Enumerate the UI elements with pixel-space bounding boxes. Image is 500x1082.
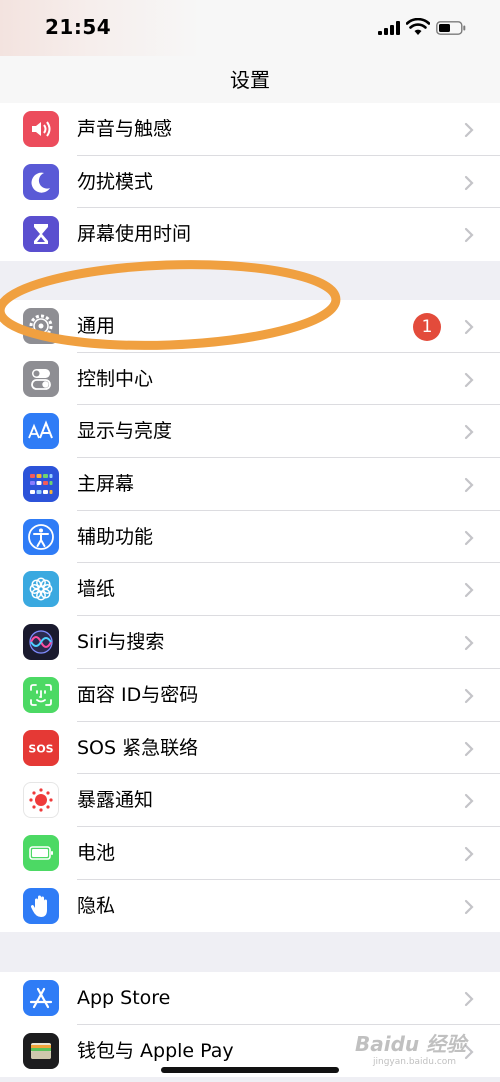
chevron-right-icon xyxy=(464,741,474,756)
baidu-watermark: Baidu 经验 jingyan.baidu.com xyxy=(355,1028,495,1072)
accessibility-icon xyxy=(23,518,59,555)
chevron-right-icon xyxy=(464,175,474,190)
chevron-right-icon xyxy=(464,122,474,138)
gear-icon xyxy=(23,308,59,344)
settings-group-sound: 声音与触感 勿扰模式 屏幕使用时间 xyxy=(0,103,500,262)
settings-row-accessibility[interactable]: 辅助功能 xyxy=(0,511,500,564)
row-label: 控制中心 xyxy=(77,367,154,390)
hand-icon xyxy=(23,887,59,924)
chevron-right-icon xyxy=(464,899,474,914)
row-label: 主屏幕 xyxy=(77,473,135,496)
settings-row-do-not-disturb[interactable]: 勿扰模式 xyxy=(0,156,500,209)
settings-row-display[interactable]: 显示与亮度 xyxy=(0,405,500,459)
battery-status-icon xyxy=(436,21,466,35)
moon-icon xyxy=(23,163,59,200)
settings-row-battery[interactable]: 电池 xyxy=(0,827,500,880)
flower-icon xyxy=(23,571,59,608)
row-label: Siri与搜索 xyxy=(77,631,165,654)
status-time: 21:54 xyxy=(45,15,112,39)
home-indicator[interactable] xyxy=(161,1067,339,1073)
settings-row-general[interactable]: 通用 1 xyxy=(0,300,500,353)
settings-row-emergency-sos[interactable]: SOS SOS 紧急联络 xyxy=(0,722,500,775)
chevron-right-icon xyxy=(464,319,474,335)
row-label: 电池 xyxy=(77,841,116,864)
settings-row-screen-time[interactable]: 屏幕使用时间 xyxy=(0,208,500,261)
row-label: 屏幕使用时间 xyxy=(77,223,192,246)
cellular-signal-icon xyxy=(378,21,400,35)
row-label: 辅助功能 xyxy=(77,525,154,548)
chevron-right-icon xyxy=(464,372,474,387)
text-size-icon xyxy=(23,413,59,450)
hourglass-icon xyxy=(23,216,59,253)
settings-row-control-center[interactable]: 控制中心 xyxy=(0,353,500,406)
settings-group-general: 通用 1 控制中心 显示与亮度 主屏幕 辅助功能 墙纸 Siri与搜索 面容 I… xyxy=(0,300,500,933)
chevron-right-icon xyxy=(464,636,474,651)
settings-row-wallpaper[interactable]: 墙纸 xyxy=(0,563,500,617)
app-store-icon xyxy=(23,980,59,1016)
chevron-right-icon xyxy=(464,477,474,493)
svg-text:SOS: SOS xyxy=(28,742,53,755)
row-label: 通用 xyxy=(77,315,116,337)
watermark-url: jingyan.baidu.com xyxy=(373,1057,457,1067)
toggles-icon xyxy=(23,360,59,397)
page-title: 设置 xyxy=(230,68,270,92)
row-label: 暴露通知 xyxy=(77,789,154,812)
notification-badge: 1 xyxy=(413,313,441,341)
row-label: SOS 紧急联络 xyxy=(77,736,199,759)
home-screen-grid-icon xyxy=(23,466,59,503)
settings-row-face-id[interactable]: 面容 ID与密码 xyxy=(0,669,500,722)
settings-row-app-store[interactable]: App Store xyxy=(0,972,500,1025)
exposure-icon xyxy=(23,782,59,819)
sos-icon: SOS xyxy=(23,729,59,766)
row-label: App Store xyxy=(77,987,171,1009)
row-label: 隐私 xyxy=(77,894,116,917)
wifi-icon xyxy=(406,18,430,35)
chevron-right-icon xyxy=(464,794,474,809)
chevron-right-icon xyxy=(464,991,474,1007)
speaker-icon xyxy=(23,111,59,147)
watermark-text: Baidu 经验 xyxy=(355,1032,467,1056)
chevron-right-icon xyxy=(464,228,474,243)
row-label: 勿扰模式 xyxy=(77,170,154,193)
settings-row-exposure-notifications[interactable]: 暴露通知 xyxy=(0,774,500,827)
siri-icon xyxy=(23,624,59,661)
chevron-right-icon xyxy=(464,530,474,545)
nav-bar: 设置 xyxy=(0,56,500,107)
settings-row-sounds[interactable]: 声音与触感 xyxy=(0,103,500,156)
row-label: 面容 ID与密码 xyxy=(77,683,199,706)
row-label: 墙纸 xyxy=(77,578,116,601)
chevron-right-icon xyxy=(464,688,474,703)
chevron-right-icon xyxy=(464,583,474,598)
status-bar: 21:54 xyxy=(0,0,500,56)
face-id-icon xyxy=(23,676,59,713)
row-label: 声音与触感 xyxy=(77,118,173,140)
wallet-icon xyxy=(23,1032,59,1069)
settings-row-home-screen[interactable]: 主屏幕 xyxy=(0,458,500,511)
battery-icon xyxy=(23,834,59,871)
chevron-right-icon xyxy=(464,425,474,440)
settings-row-siri[interactable]: Siri与搜索 xyxy=(0,616,500,669)
chevron-right-icon xyxy=(464,846,474,861)
settings-row-privacy[interactable]: 隐私 xyxy=(0,880,500,933)
row-label: 显示与亮度 xyxy=(77,420,173,443)
